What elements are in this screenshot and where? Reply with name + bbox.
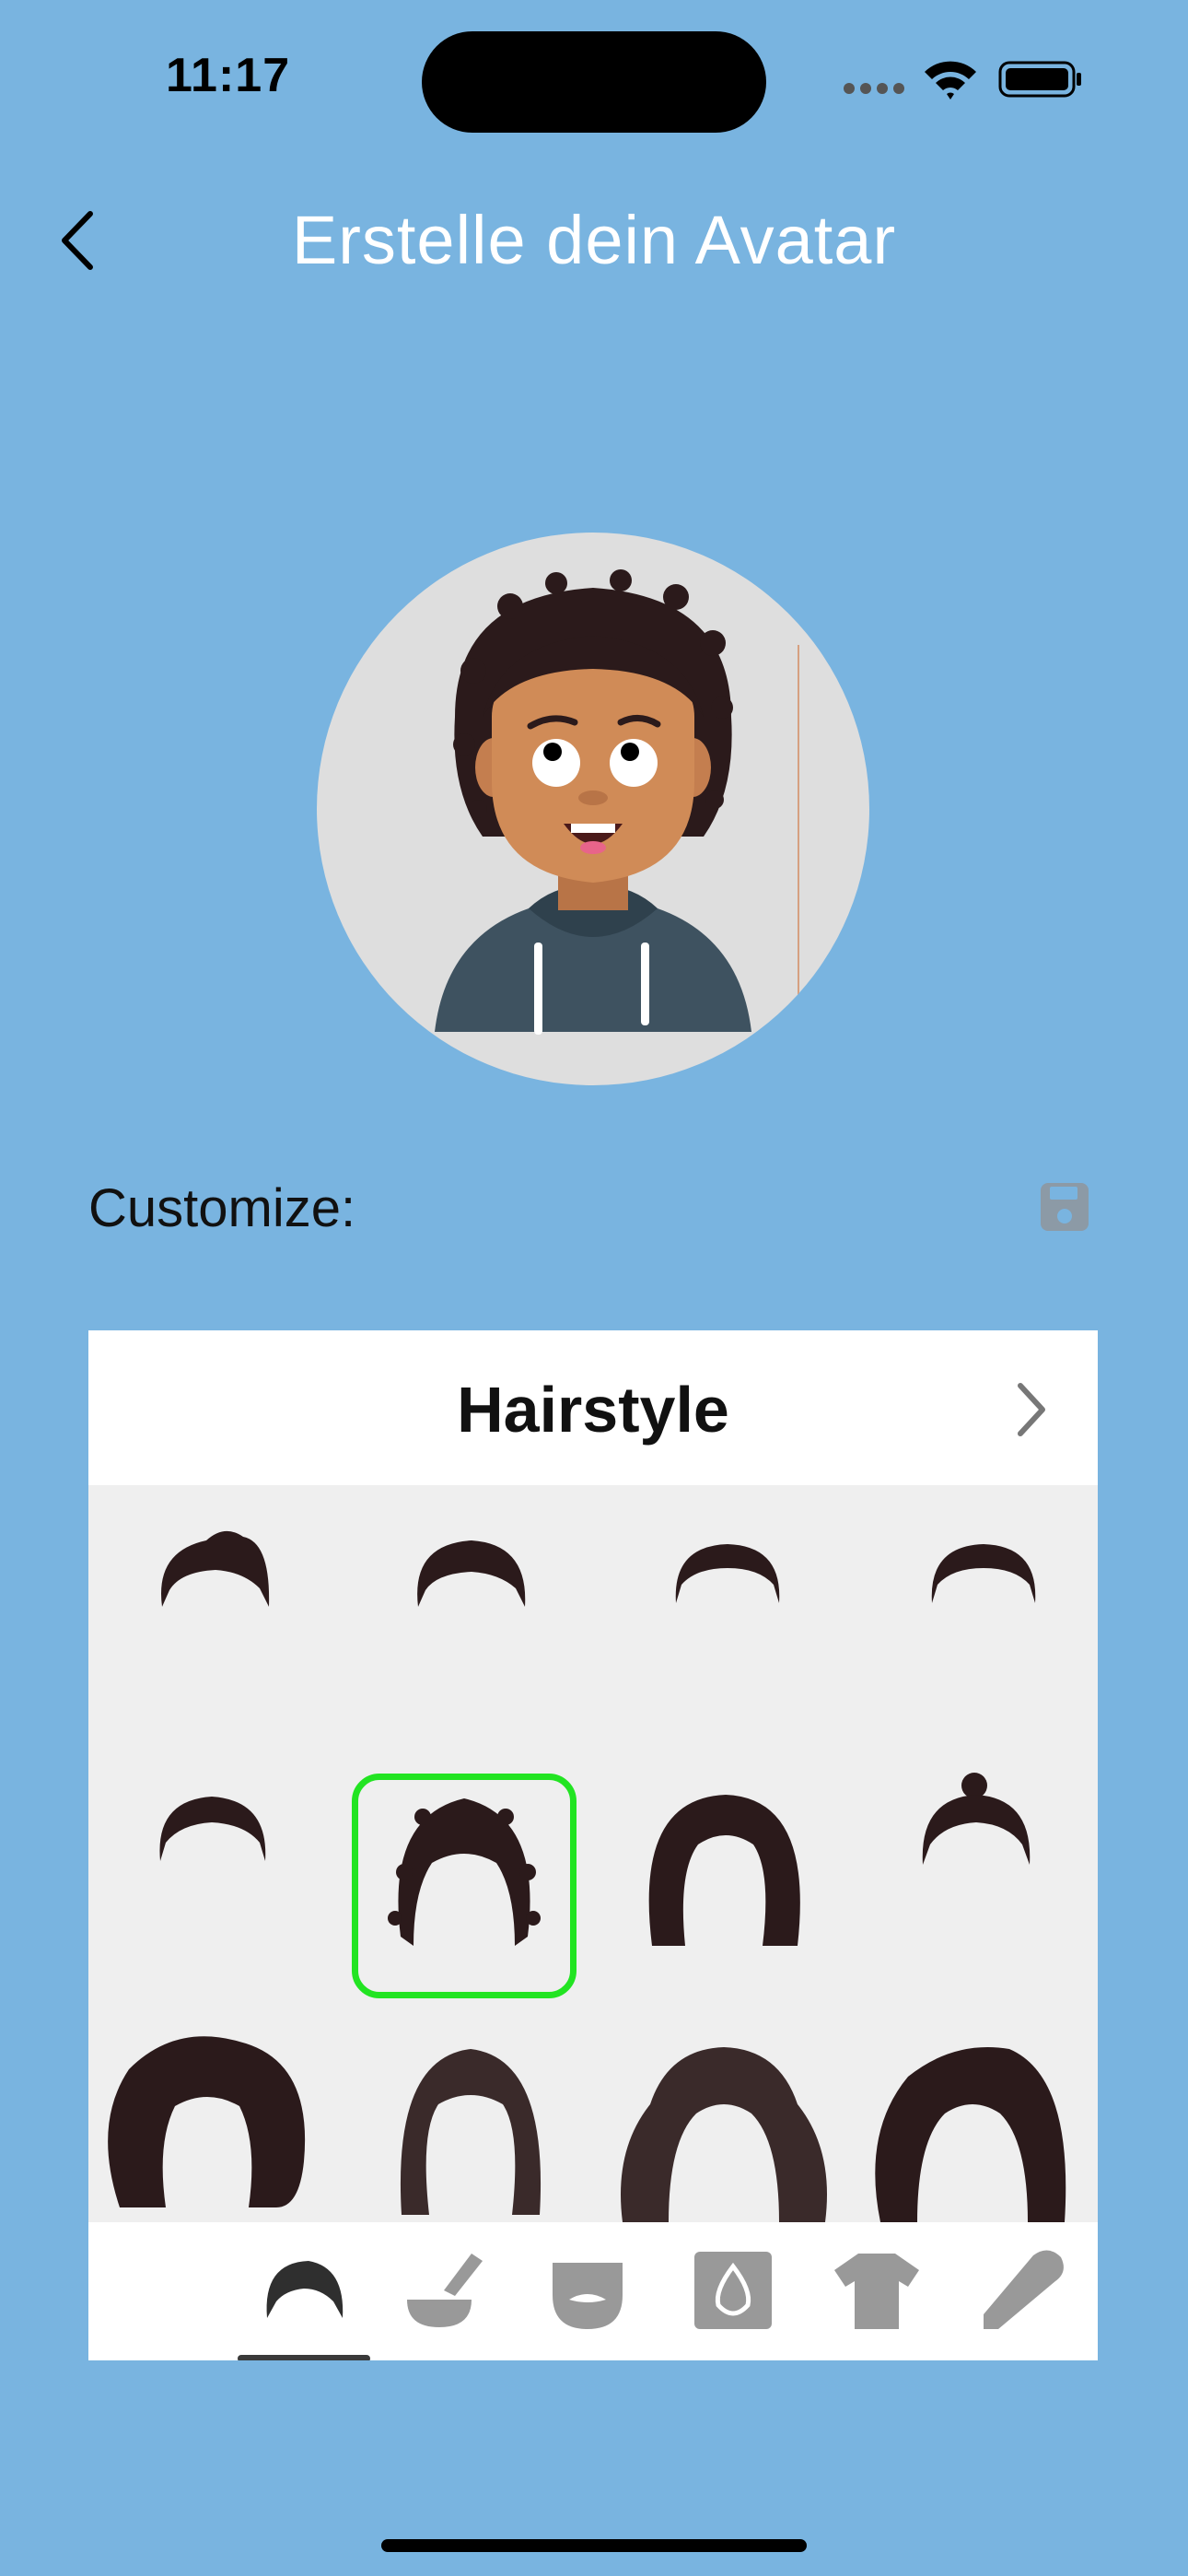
tab-skin-tone[interactable] <box>687 2244 779 2336</box>
customization-panel: Hairstyle <box>88 1330 1098 2360</box>
avatar-illustration <box>435 569 799 1035</box>
long-curly-hair-icon[interactable] <box>871 2040 1074 2222</box>
short-hair-2-icon[interactable] <box>407 1524 536 1616</box>
battery-icon <box>998 61 1081 98</box>
customize-label: Customize: <box>88 1178 356 1238</box>
home-indicator[interactable] <box>381 2539 807 2552</box>
wavy-hair-icon[interactable] <box>613 2040 834 2222</box>
selected-hairstyle[interactable] <box>352 1774 577 1998</box>
cellular-signal-icon <box>844 83 904 94</box>
page-title: Erstelle dein Avatar <box>291 202 897 278</box>
category-tab-bar <box>88 2222 1098 2360</box>
active-tab-indicator <box>238 2355 370 2360</box>
short-hair-4-icon[interactable] <box>919 1535 1048 1609</box>
bob-hair-icon[interactable] <box>634 1789 814 1955</box>
panel-header: Hairstyle <box>88 1330 1098 1485</box>
dynamic-island <box>422 31 766 133</box>
short-hair-1-icon[interactable] <box>151 1524 280 1616</box>
panel-title: Hairstyle <box>457 1374 729 1446</box>
bun-hair-icon[interactable] <box>917 1773 1037 1874</box>
avatar-preview <box>317 533 869 1085</box>
short-hair-3-icon[interactable] <box>663 1535 792 1609</box>
short-hair-5-icon[interactable] <box>153 1787 273 1870</box>
next-chevron-icon[interactable] <box>1013 1380 1050 1439</box>
tab-beard[interactable] <box>542 2244 634 2336</box>
long-bob-hair-icon[interactable] <box>392 2040 549 2215</box>
save-icon[interactable] <box>1039 1181 1090 1233</box>
wifi-icon <box>925 61 976 100</box>
tab-color-picker[interactable] <box>976 2244 1068 2336</box>
tab-clothing[interactable] <box>831 2244 923 2336</box>
status-time: 11:17 <box>166 49 291 102</box>
afro-hair-icon[interactable] <box>101 2032 313 2217</box>
tab-hair-color[interactable] <box>398 2244 490 2336</box>
curly-hair-icon <box>388 1798 541 1946</box>
tab-hairstyle[interactable] <box>258 2244 350 2336</box>
